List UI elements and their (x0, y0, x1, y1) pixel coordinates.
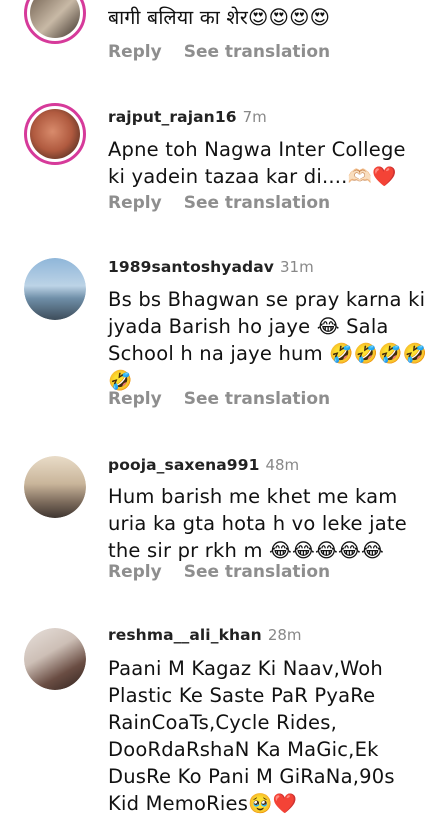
reply-button[interactable]: Reply (108, 562, 162, 582)
avatar[interactable] (24, 258, 86, 320)
comment-actions: Reply See translation (108, 389, 330, 409)
timestamp: 28m (267, 626, 302, 644)
comment-text: Paani M Kagaz Ki Naav,Woh Plastic Ke Sas… (108, 657, 395, 815)
avatar[interactable] (24, 456, 86, 518)
comment-meta: rajput_rajan16 7m (108, 107, 267, 126)
avatar[interactable] (24, 0, 86, 44)
reply-button[interactable]: Reply (108, 389, 162, 409)
comment-meta: 1989santoshyadav 31m (108, 257, 314, 276)
comment-meta: reshma__ali_khan 28m (108, 625, 302, 644)
username[interactable]: 1989santoshyadav (108, 258, 274, 276)
avatar[interactable] (24, 628, 86, 690)
reply-button[interactable]: Reply (108, 193, 162, 213)
see-translation-button[interactable]: See translation (184, 193, 330, 213)
see-translation-button[interactable]: See translation (184, 562, 330, 582)
comment-text: Apne toh Nagwa Inter College ki yadein t… (108, 138, 406, 188)
comment-actions: Reply See translation (108, 193, 330, 213)
comment-actions: Reply See translation (108, 562, 330, 582)
comment-text: Hum barish me khet me kam uria ka gta ho… (108, 485, 407, 562)
timestamp: 48m (265, 456, 300, 474)
username[interactable]: rajput_rajan16 (108, 108, 237, 126)
comment-text: Bs bs Bhagwan se pray karna ki jyada Bar… (108, 288, 428, 392)
timestamp: 31m (280, 258, 314, 276)
username[interactable]: pooja_saxena991 (108, 456, 259, 474)
timestamp: 7m (242, 108, 267, 126)
comment-meta: pooja_saxena991 48m (108, 455, 299, 474)
reply-button[interactable]: Reply (108, 42, 162, 62)
comment-text: बागी बलिया का शेर😍😍😍😍 (108, 6, 331, 29)
avatar[interactable] (24, 103, 86, 165)
comment-actions: Reply See translation (108, 42, 330, 62)
see-translation-button[interactable]: See translation (184, 389, 330, 409)
see-translation-button[interactable]: See translation (184, 42, 330, 62)
username[interactable]: reshma__ali_khan (108, 626, 262, 644)
